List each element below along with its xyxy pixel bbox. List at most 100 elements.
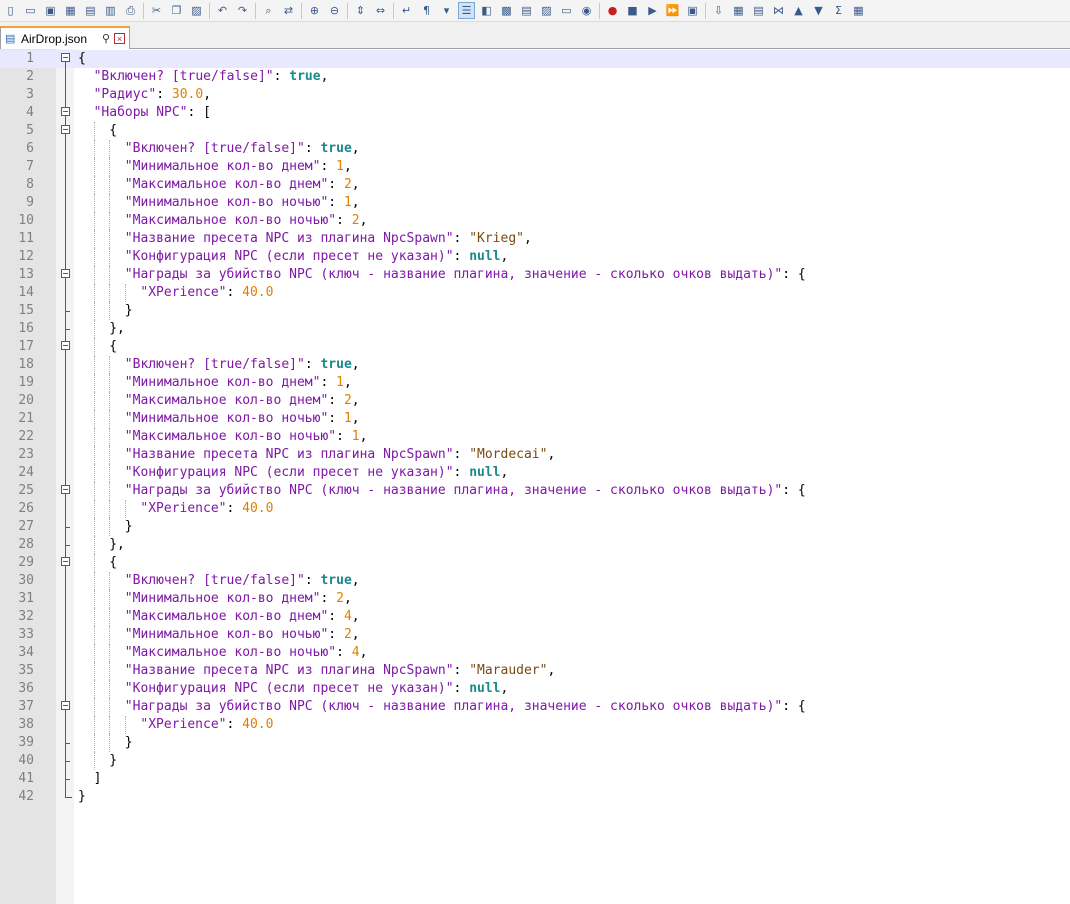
code-line[interactable]: 21 "Минимальное кол-во ночью": 1, [0,410,1070,428]
line-text: "Максимальное кол-во ночью": 4, [125,644,368,662]
dropdown-icon[interactable]: ▾ [438,2,455,19]
fold-toggle-icon[interactable] [61,125,70,134]
undo-icon[interactable]: ↶ [214,2,231,19]
save-all-icon[interactable]: ▦ [62,2,79,19]
code-line[interactable]: 1{ [0,50,1070,68]
fold-toggle-icon[interactable] [61,701,70,710]
word-wrap-icon[interactable]: ↵ [398,2,415,19]
close-all-icon[interactable]: ▥ [102,2,119,19]
code-line[interactable]: 13 "Награды за убийство NPC (ключ - назва… [0,266,1070,284]
code-line[interactable]: 14 "XPerience": 40.0 [0,284,1070,302]
document-map-icon[interactable]: ▩ [498,2,515,19]
code-line[interactable]: 18 "Включен? [true/false]": true, [0,356,1070,374]
code-line[interactable]: 36 "Конфигурация NPC (если пресет не указ… [0,680,1070,698]
code-line[interactable]: 3 "Радиус": 30.0, [0,86,1070,104]
fold-toggle-icon[interactable] [61,557,70,566]
code-line[interactable]: 32 "Максимальное кол-во днем": 4, [0,608,1070,626]
plugin1-icon[interactable]: ⇩ [710,2,727,19]
folder-workspace-icon[interactable]: ▨ [538,2,555,19]
code-line[interactable]: 40} [0,752,1070,770]
code-line[interactable]: 30 "Включен? [true/false]": true, [0,572,1070,590]
code-line[interactable]: 9 "Минимальное кол-во ночью": 1, [0,194,1070,212]
pin-icon[interactable]: ⚲ [102,32,110,45]
fold-toggle-icon[interactable] [61,269,70,278]
code-line[interactable]: 15} [0,302,1070,320]
code-line[interactable]: 24 "Конфигурация NPC (если пресет не указ… [0,464,1070,482]
code-line[interactable]: 12 "Конфигурация NPC (если пресет не указ… [0,248,1070,266]
plugin6-icon[interactable]: ▦ [850,2,867,19]
code-line[interactable]: 10 "Максимальное кол-во ночью": 2, [0,212,1070,230]
code-line[interactable]: 34 "Максимальное кол-во ночью": 4, [0,644,1070,662]
find-icon[interactable]: ⌕ [260,2,277,19]
code-line[interactable]: 27} [0,518,1070,536]
line-text: "Минимальное кол-во ночью": 1, [125,410,360,428]
plugin3-icon[interactable]: ▤ [750,2,767,19]
code-line[interactable]: 37 "Награды за убийство NPC (ключ - назва… [0,698,1070,716]
fold-toggle-icon[interactable] [61,341,70,350]
code-line[interactable]: 5{ [0,122,1070,140]
sync-vertical-icon[interactable]: ⇕ [352,2,369,19]
clipboard-icon[interactable]: ▭ [558,2,575,19]
code-line[interactable]: 29 { [0,554,1070,572]
code-line[interactable]: 2 "Включен? [true/false]": true, [0,68,1070,86]
show-all-chars-icon[interactable]: ¶ [418,2,435,19]
close-icon[interactable]: ▤ [82,2,99,19]
code-line[interactable]: 25 "Награды за убийство NPC (ключ - назва… [0,482,1070,500]
sync-horizontal-icon[interactable]: ⇔ [372,2,389,19]
function-list-icon[interactable]: ▤ [518,2,535,19]
play-macro-icon[interactable]: ▶ [644,2,661,19]
code-line[interactable]: 31 "Минимальное кол-во днем": 2, [0,590,1070,608]
monitor-icon[interactable]: ◉ [578,2,595,19]
zoom-in-icon[interactable]: ⊕ [306,2,323,19]
code-line[interactable]: 23 "Название пресета NPC из плагина NpcSp… [0,446,1070,464]
code-line[interactable]: 39} [0,734,1070,752]
record-macro-icon[interactable]: ● [604,2,621,19]
down-icon[interactable]: ▼ [810,2,827,19]
code-line[interactable]: 19 "Минимальное кол-во днем": 1, [0,374,1070,392]
code-line[interactable]: 4 "Наборы NPC": [ [0,104,1070,122]
save-icon[interactable]: ▣ [42,2,59,19]
fold-toggle-icon[interactable] [61,485,70,494]
fold-toggle-icon[interactable] [61,53,70,62]
copy-icon[interactable]: ❐ [168,2,185,19]
paste-icon[interactable]: ▨ [188,2,205,19]
print-icon[interactable]: ⎙ [122,2,139,19]
json-punctuation: , [351,411,360,426]
editor[interactable]: 1{2 "Включен? [true/false]": true, 3 "Радиу… [0,49,1070,904]
code-line[interactable]: 7 "Минимальное кол-во днем": 1, [0,158,1070,176]
code-line[interactable]: 28}, [0,536,1070,554]
code-line[interactable]: 22 "Максимальное кол-во ночью": 1, [0,428,1070,446]
code-line[interactable]: 20 "Максимальное кол-во днем": 2, [0,392,1070,410]
indent-guide-icon[interactable]: ☰ [458,2,475,19]
code-line[interactable]: 6 "Включен? [true/false]": true, [0,140,1070,158]
plugin4-icon[interactable]: ⋈ [770,2,787,19]
run-macro-multiple-icon[interactable]: ⏩ [664,2,681,19]
code-line[interactable]: 26 "XPerience": 40.0 [0,500,1070,518]
replace-icon[interactable]: ⇄ [280,2,297,19]
up-icon[interactable]: ▲ [790,2,807,19]
tab-airdrop-json[interactable]: ▤ AirDrop.json ⚲ × [0,26,130,49]
code-line[interactable]: 16}, [0,320,1070,338]
user-language-icon[interactable]: ◧ [478,2,495,19]
redo-icon[interactable]: ↷ [234,2,251,19]
code-line[interactable]: 38 "XPerience": 40.0 [0,716,1070,734]
close-tab-icon[interactable]: × [114,33,125,44]
open-file-icon[interactable]: ▭ [22,2,39,19]
code-line[interactable]: 11 "Название пресета NPC из плагина NpcSp… [0,230,1070,248]
save-macro-icon[interactable]: ▣ [684,2,701,19]
code-line[interactable]: 33 "Минимальное кол-во ночью": 2, [0,626,1070,644]
code-line[interactable]: 35 "Название пресета NPC из плагина NpcSp… [0,662,1070,680]
zoom-out-icon[interactable]: ⊖ [326,2,343,19]
code-line[interactable]: 42} [0,788,1070,806]
new-file-icon[interactable]: ▯ [2,2,19,19]
plugin5-icon[interactable]: Σ [830,2,847,19]
fold-toggle-icon[interactable] [61,107,70,116]
code-area[interactable]: 1{2 "Включен? [true/false]": true, 3 "Радиу… [0,50,1070,806]
code-line[interactable]: 41] [0,770,1070,788]
plugin2-icon[interactable]: ▦ [730,2,747,19]
code-line[interactable]: 17 { [0,338,1070,356]
stop-macro-icon[interactable]: ■ [624,2,641,19]
json-punctuation: : [226,717,243,732]
cut-icon[interactable]: ✂ [148,2,165,19]
code-line[interactable]: 8 "Максимальное кол-во днем": 2, [0,176,1070,194]
